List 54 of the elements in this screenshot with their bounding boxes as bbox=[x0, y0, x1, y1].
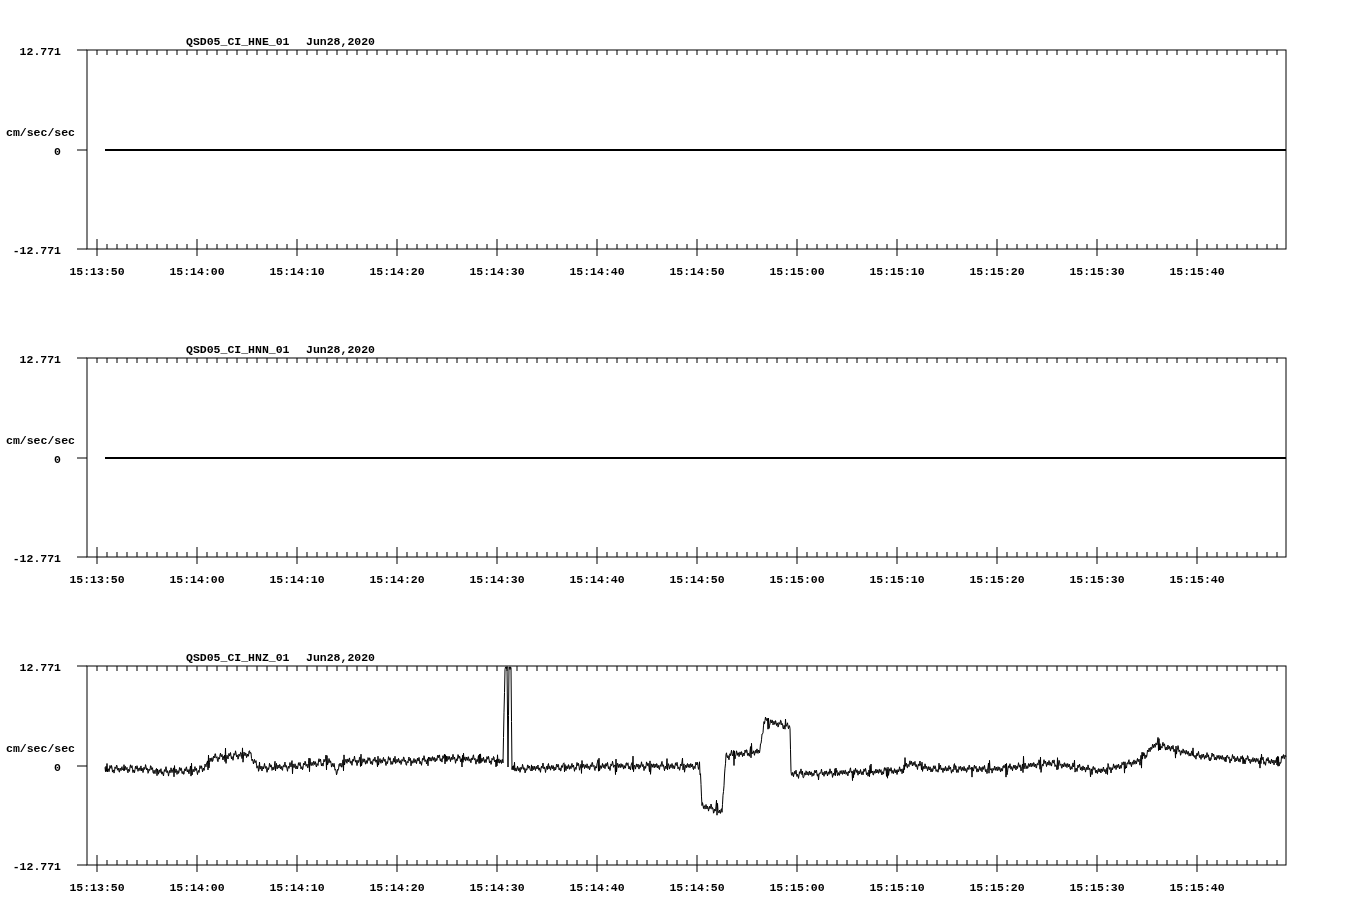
x-tick-label: 15:14:50 bbox=[669, 265, 725, 278]
x-tick-label: 15:14:10 bbox=[269, 573, 325, 586]
x-tick-label: 15:14:50 bbox=[669, 881, 725, 894]
x-tick-label: 15:15:20 bbox=[969, 573, 1025, 586]
x-tick-label: 15:15:10 bbox=[869, 881, 925, 894]
x-tick-label: 15:15:30 bbox=[1069, 881, 1125, 894]
x-tick-label: 15:15:40 bbox=[1169, 265, 1225, 278]
y-axis-label: cm/sec/sec bbox=[6, 126, 75, 139]
x-tick-label: 15:15:30 bbox=[1069, 573, 1125, 586]
chart-date: Jun28,2020 bbox=[306, 651, 375, 664]
y-tick-label: 0 bbox=[54, 453, 61, 466]
y-tick-label: 12.771 bbox=[19, 45, 61, 58]
chart-title: QSD05_CI_HNE_01 bbox=[186, 35, 290, 48]
y-tick-label: -12.771 bbox=[12, 860, 61, 873]
chart-title: QSD05_CI_HNZ_01 bbox=[186, 651, 290, 664]
y-tick-label: -12.771 bbox=[12, 244, 61, 257]
x-tick-label: 15:14:00 bbox=[169, 573, 225, 586]
y-tick-label: 12.771 bbox=[19, 353, 61, 366]
x-tick-label: 15:14:40 bbox=[569, 573, 625, 586]
x-tick-label: 15:14:30 bbox=[469, 265, 525, 278]
y-tick-label: 0 bbox=[54, 761, 61, 774]
x-tick-label: 15:15:40 bbox=[1169, 881, 1225, 894]
x-tick-label: 15:13:50 bbox=[69, 881, 125, 894]
y-tick-label: -12.771 bbox=[12, 552, 61, 565]
x-tick-label: 15:13:50 bbox=[69, 265, 125, 278]
x-tick-label: 15:14:00 bbox=[169, 265, 225, 278]
x-tick-label: 15:15:10 bbox=[869, 265, 925, 278]
x-tick-label: 15:14:10 bbox=[269, 881, 325, 894]
y-axis-label: cm/sec/sec bbox=[6, 434, 75, 447]
x-tick-label: 15:14:40 bbox=[569, 881, 625, 894]
x-tick-label: 15:15:40 bbox=[1169, 573, 1225, 586]
x-tick-label: 15:15:30 bbox=[1069, 265, 1125, 278]
chart-title: QSD05_CI_HNN_01 bbox=[186, 343, 290, 356]
y-tick-label: 0 bbox=[54, 145, 61, 158]
x-tick-label: 15:14:20 bbox=[369, 573, 425, 586]
x-tick-label: 15:13:50 bbox=[69, 573, 125, 586]
x-tick-label: 15:15:00 bbox=[769, 881, 825, 894]
y-tick-label: 12.771 bbox=[19, 661, 61, 674]
x-tick-label: 15:14:20 bbox=[369, 881, 425, 894]
x-tick-label: 15:15:00 bbox=[769, 573, 825, 586]
x-tick-label: 15:14:50 bbox=[669, 573, 725, 586]
x-tick-label: 15:14:40 bbox=[569, 265, 625, 278]
chart-date: Jun28,2020 bbox=[306, 35, 375, 48]
x-tick-label: 15:14:30 bbox=[469, 881, 525, 894]
x-tick-label: 15:14:30 bbox=[469, 573, 525, 586]
x-tick-label: 15:15:20 bbox=[969, 881, 1025, 894]
x-tick-label: 15:14:10 bbox=[269, 265, 325, 278]
chart-date: Jun28,2020 bbox=[306, 343, 375, 356]
y-axis-label: cm/sec/sec bbox=[6, 742, 75, 755]
x-tick-label: 15:15:00 bbox=[769, 265, 825, 278]
x-tick-label: 15:15:20 bbox=[969, 265, 1025, 278]
x-tick-label: 15:14:20 bbox=[369, 265, 425, 278]
x-tick-label: 15:14:00 bbox=[169, 881, 225, 894]
x-tick-label: 15:15:10 bbox=[869, 573, 925, 586]
